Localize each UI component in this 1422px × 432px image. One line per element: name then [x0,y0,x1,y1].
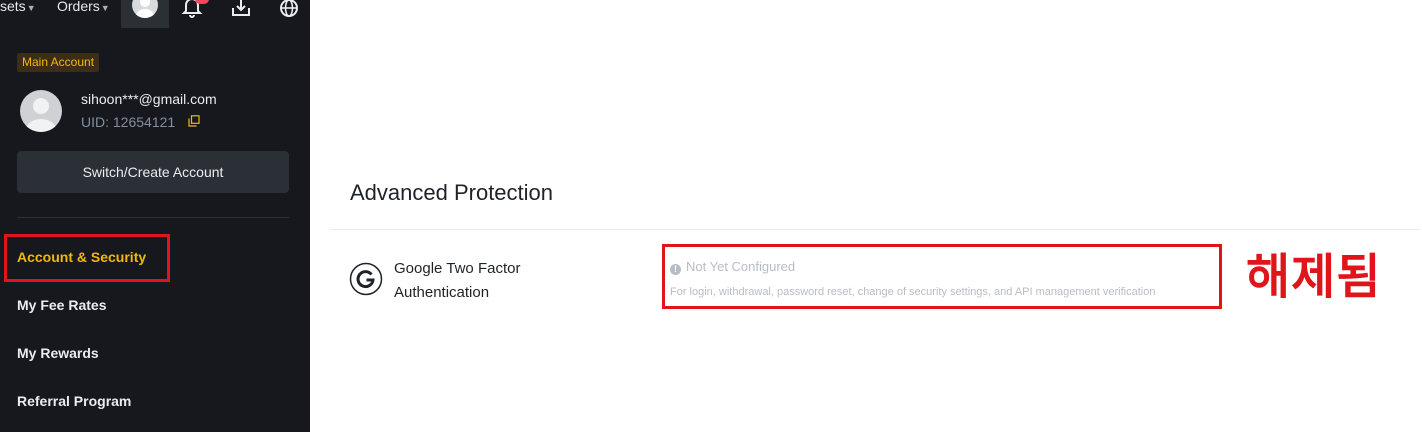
google-icon [349,262,383,296]
highlight-box-status [662,244,1222,309]
profile-tab[interactable] [121,0,169,28]
caret-down-icon: ▼ [26,3,36,13]
sidebar: sets▼ Orders▼ Main Account sihoon***@gma… [0,0,310,432]
account-email: sihoon***@gmail.com [81,91,217,107]
sidebar-divider [17,217,289,218]
orders-menu[interactable]: Orders▼ [57,0,110,14]
avatar [20,90,62,132]
section-title: Advanced Protection [350,180,554,205]
highlight-box-account-security [4,234,170,282]
sidebar-item-rewards[interactable]: My Rewards [17,345,99,361]
main-account-badge: Main Account [17,53,100,72]
notification-badge [195,0,209,4]
copy-icon[interactable] [188,115,200,127]
annotation-text: 해제됨 [1246,251,1382,304]
top-nav: sets▼ Orders▼ [0,0,310,28]
sidebar-item-referral[interactable]: Referral Program [17,393,131,409]
account-uid: UID: 12654121 [81,114,176,130]
globe-icon[interactable] [277,0,301,20]
download-icon[interactable] [229,0,253,20]
main-content: Advanced Protection Google Two Factor Au… [310,0,1422,432]
orders-menu-label: Orders [57,0,100,14]
avatar-icon [132,0,158,18]
caret-down-icon: ▼ [100,3,110,13]
sidebar-item-fee-rates[interactable]: My Fee Rates [17,297,106,313]
switch-create-account-button[interactable]: Switch/Create Account [17,151,289,193]
assets-menu-label: sets [0,0,26,14]
assets-menu[interactable]: sets▼ [0,0,36,14]
google-2fa-label: Google Two Factor Authentication [394,260,521,301]
section-divider [330,229,1420,230]
